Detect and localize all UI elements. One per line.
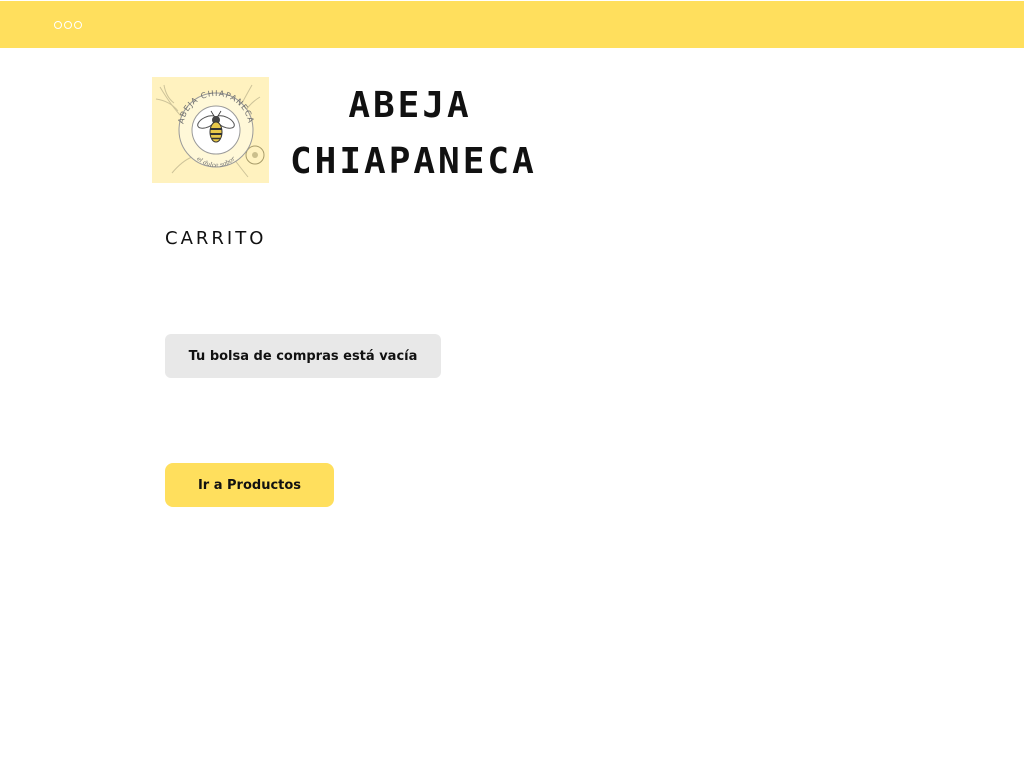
empty-cart-message: Tu bolsa de compras está vacía — [165, 334, 441, 378]
brand-name: ABEJA CHIAPANECA — [290, 78, 537, 190]
top-bar — [0, 1, 1024, 48]
brand-name-line2: CHIAPANECA — [290, 141, 537, 182]
dot — [64, 21, 72, 29]
bee-logo-graphic: ABEJA CHIAPANECA el dulce sabor — [155, 84, 265, 178]
brand-name-line1: ABEJA — [348, 85, 472, 126]
dot — [54, 21, 62, 29]
go-to-products-button[interactable]: Ir a Productos — [165, 463, 334, 507]
page-title: CARRITO — [165, 228, 267, 249]
bee-logo-icon[interactable]: ABEJA CHIAPANECA el dulce sabor — [152, 77, 269, 183]
dot — [74, 21, 82, 29]
more-dots-icon[interactable] — [54, 21, 82, 29]
